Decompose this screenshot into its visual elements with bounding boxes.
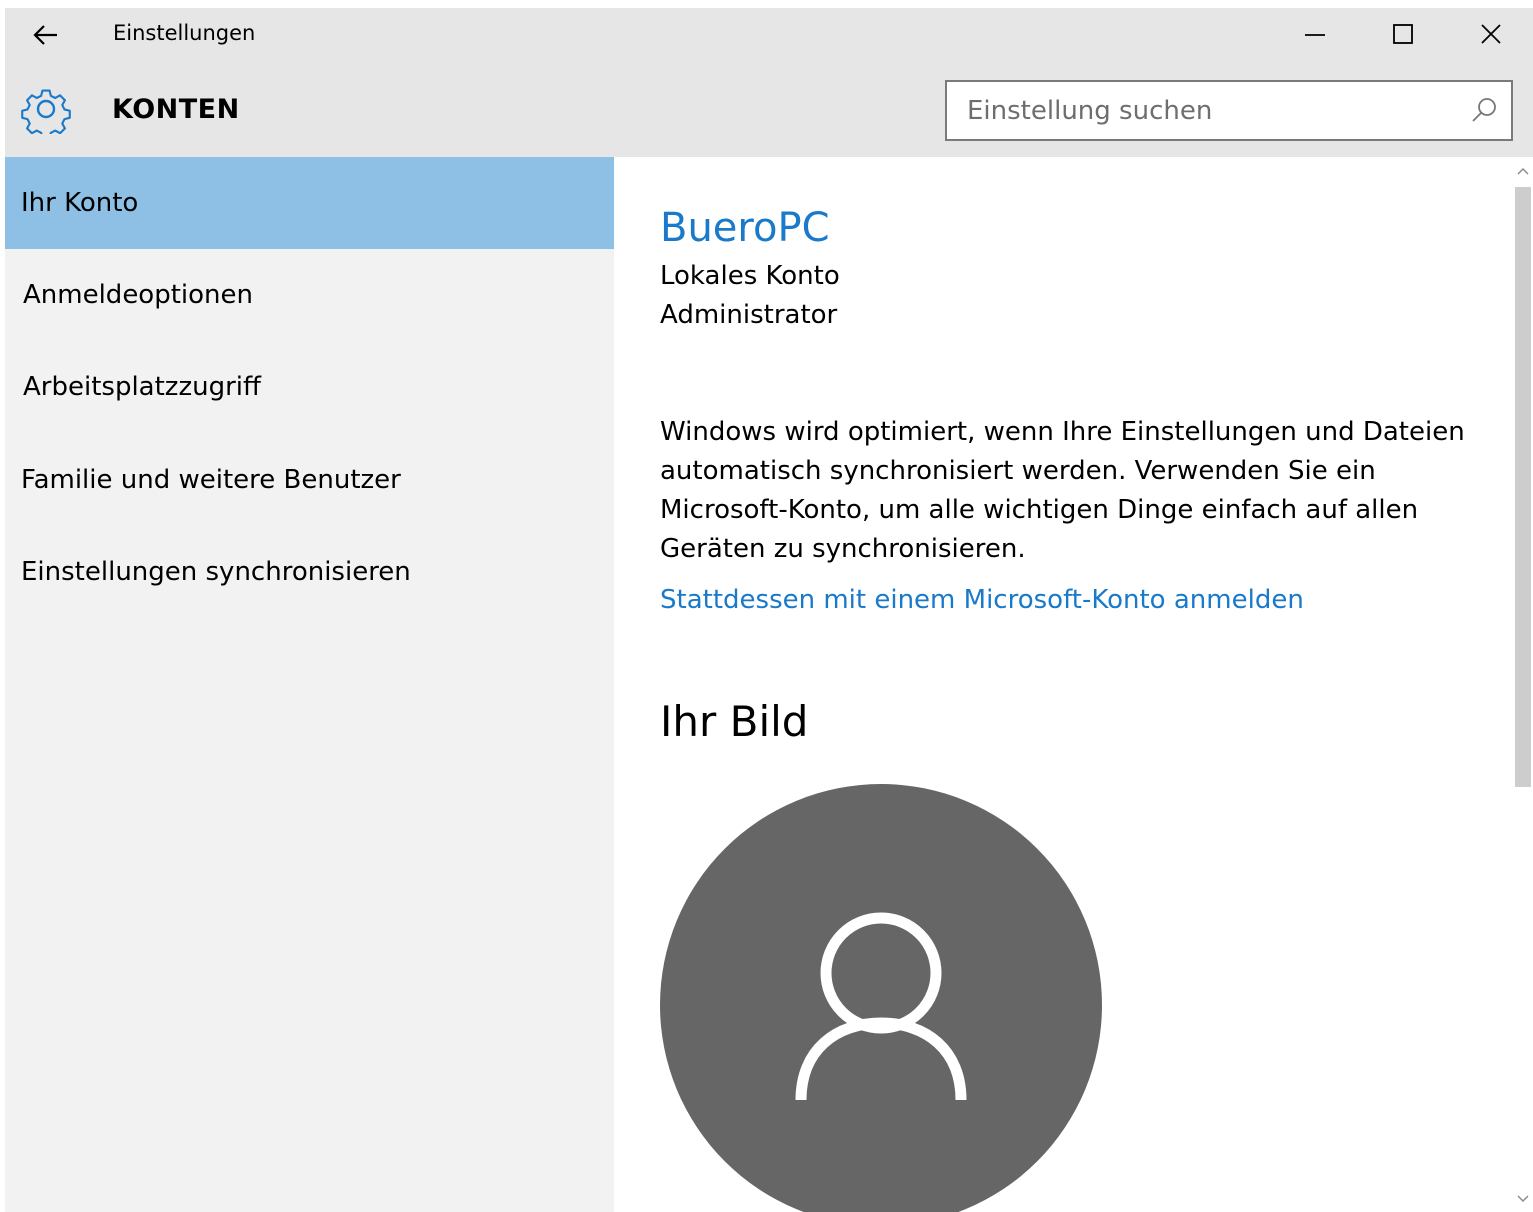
account-type: Lokales Konto [660,261,840,291]
minimize-button[interactable] [1271,8,1359,60]
maximize-icon [1393,24,1413,44]
account-role: Administrator [660,300,838,330]
chevron-down-icon [1517,1195,1529,1202]
search-input[interactable] [947,95,1447,126]
user-avatar-icon [795,912,967,1101]
search-box[interactable] [945,80,1513,141]
search-icon[interactable] [1469,96,1499,126]
sidebar-item-sync[interactable]: Einstellungen synchronisieren [5,526,614,618]
sidebar-item-label: Familie und weitere Benutzer [21,465,401,495]
scroll-down-button[interactable] [1513,1189,1533,1209]
vertical-scrollbar[interactable] [1513,157,1533,1212]
back-button[interactable] [27,18,65,52]
minimize-icon [1305,34,1325,36]
title-bar: Einstellungen [5,8,1533,60]
sidebar-item-familie[interactable]: Familie und weitere Benutzer [5,434,614,526]
avatar [660,784,1102,1212]
user-name: BueroPC [660,205,830,251]
scroll-up-button[interactable] [1513,161,1533,181]
sidebar-item-label: Arbeitsplatzzugriff [23,372,261,402]
main-content: BueroPC Lokales Konto Administrator Wind… [614,157,1533,1212]
microsoft-account-link[interactable]: Stattdessen mit einem Microsoft-Konto an… [660,585,1304,615]
sidebar-item-label: Anmeldeoptionen [23,280,254,310]
sidebar-item-anmeldeoptionen[interactable]: Anmeldeoptionen [5,249,614,341]
close-icon [1481,24,1501,44]
maximize-button[interactable] [1359,8,1447,60]
picture-heading: Ihr Bild [660,697,809,746]
sidebar: Ihr Konto Anmeldeoptionen Arbeitsplatzzu… [5,157,614,1212]
close-button[interactable] [1447,8,1533,60]
back-arrow-icon [33,25,57,45]
page-header: KONTEN [5,60,1533,157]
sidebar-item-label: Ihr Konto [21,188,139,218]
gear-icon [21,89,71,134]
window-title: Einstellungen [113,21,256,45]
sidebar-item-arbeitsplatzzugriff[interactable]: Arbeitsplatzzugriff [5,341,614,433]
sidebar-item-label: Einstellungen synchronisieren [21,557,411,587]
page-title: KONTEN [112,94,240,125]
settings-window: Einstellungen KONTEN Einstellung suchen … [5,8,1533,1212]
sync-info-text: Windows wird optimiert, wenn Ihre Einste… [660,417,1465,564]
chevron-up-icon [1517,168,1529,175]
scroll-thumb[interactable] [1515,187,1531,787]
sidebar-item-ihr-konto[interactable]: Ihr Konto [5,157,614,249]
